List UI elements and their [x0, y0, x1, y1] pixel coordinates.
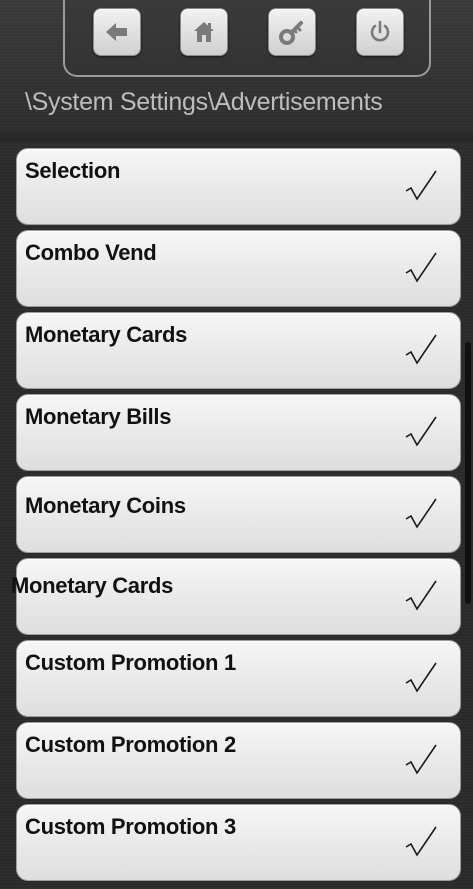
screen: \System Settings\Advertisements Selectio…	[0, 0, 473, 889]
checkmark-icon	[405, 826, 437, 857]
power-button[interactable]	[356, 8, 404, 56]
item-label: Combo Vend	[25, 240, 157, 265]
checkmark-icon	[405, 334, 437, 365]
header-divider	[0, 132, 473, 142]
item-label: Custom Promotion 2	[25, 732, 236, 757]
nav-bar	[63, 0, 431, 77]
list-item[interactable]: Combo Vend	[16, 230, 461, 307]
checkmark-icon	[405, 580, 437, 611]
item-label: Monetary Cards	[11, 573, 174, 598]
breadcrumb: \System Settings\Advertisements	[25, 88, 383, 116]
key-button[interactable]	[268, 8, 316, 56]
item-label: Monetary Coins	[25, 493, 186, 518]
item-label: Custom Promotion 1	[25, 650, 236, 675]
checkmark-icon	[405, 252, 437, 283]
checkmark-icon	[405, 744, 437, 775]
back-arrow-icon	[106, 22, 128, 42]
checkmark-icon	[405, 170, 437, 201]
item-label: Monetary Bills	[25, 404, 172, 429]
list-item[interactable]: Monetary Cards	[11, 558, 461, 635]
list-item[interactable]: Custom Promotion 1	[16, 640, 461, 717]
item-label: Custom Promotion 3	[25, 814, 236, 839]
checkmark-icon	[405, 498, 437, 529]
list-item[interactable]: Monetary Cards	[16, 312, 461, 389]
list-item[interactable]: Monetary Coins	[16, 476, 461, 553]
checkmark-icon	[405, 662, 437, 693]
list-item[interactable]: Selection	[16, 148, 461, 225]
home-button[interactable]	[180, 8, 228, 56]
item-label: Monetary Cards	[25, 322, 188, 347]
item-label: Selection	[25, 158, 121, 183]
back-button[interactable]	[93, 8, 141, 56]
list-item[interactable]: Monetary Bills	[16, 394, 461, 471]
key-icon	[279, 19, 305, 45]
header: \System Settings\Advertisements	[0, 0, 473, 142]
home-icon	[193, 21, 215, 43]
power-icon	[368, 20, 392, 44]
list-item[interactable]: Custom Promotion 2	[16, 722, 461, 799]
list-item[interactable]: Custom Promotion 3	[16, 804, 461, 881]
checkmark-icon	[405, 416, 437, 447]
scrollbar[interactable]	[465, 342, 471, 604]
